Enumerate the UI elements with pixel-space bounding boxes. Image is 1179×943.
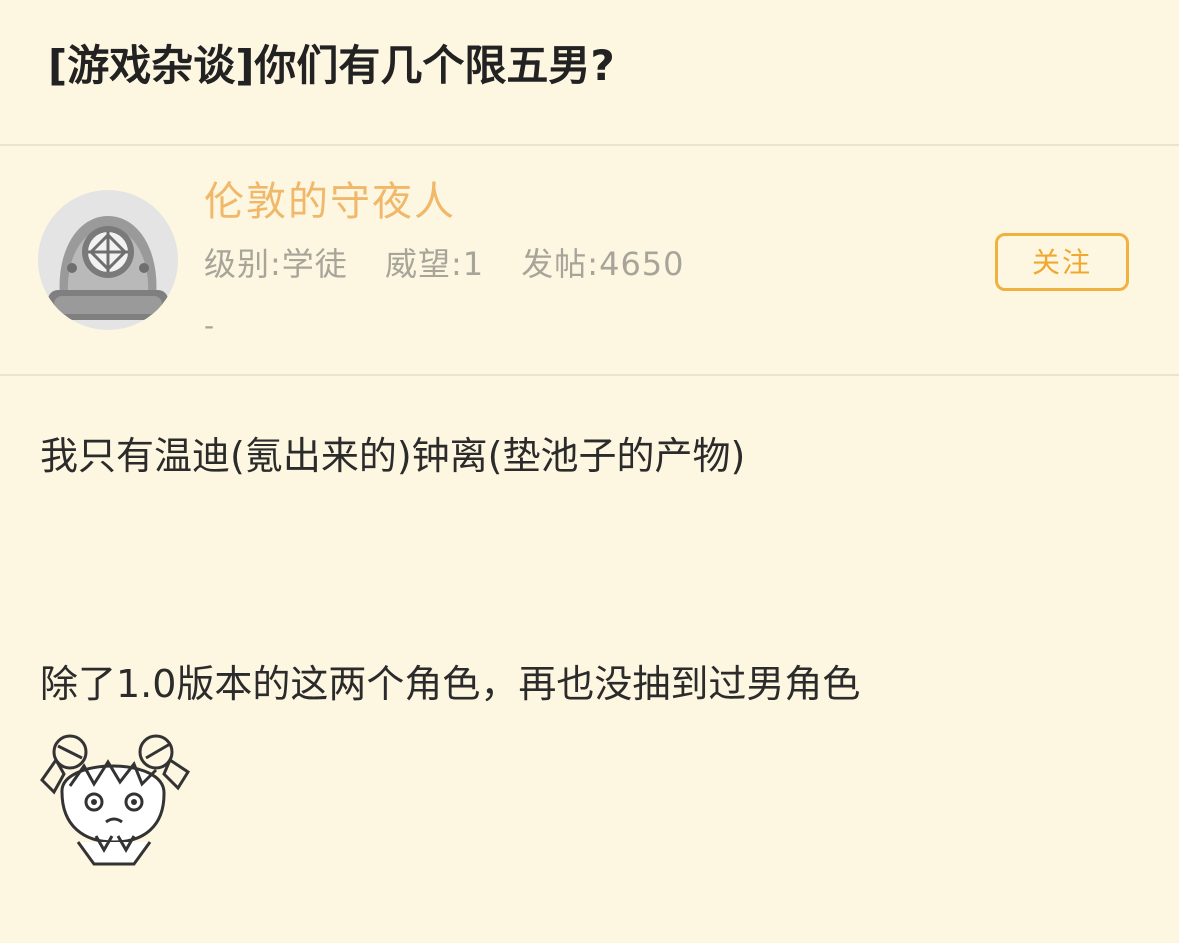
diving-helmet-icon xyxy=(38,190,178,330)
chibi-girl-sticker xyxy=(38,730,194,870)
author-level: 级别:学徒 xyxy=(204,245,348,283)
follow-button[interactable]: 关注 xyxy=(995,233,1129,291)
sticker-icon xyxy=(40,734,191,866)
author-signature: - xyxy=(204,309,215,342)
title-bar: [游戏杂谈]你们有几个限五男? xyxy=(0,0,1179,144)
author-prestige: 威望:1 xyxy=(384,245,485,283)
author-post-count: 发帖:4650 xyxy=(521,245,685,283)
post-title: [游戏杂谈]你们有几个限五男? xyxy=(48,41,615,90)
content-line: 除了1.0版本的这两个角色，再也没抽到过男角色 xyxy=(40,662,861,706)
author-meta: 级别:学徒 威望:1 发帖:4650 xyxy=(204,242,685,286)
author-block: 伦敦的守夜人 级别:学徒 威望:1 发帖:4650 - 关注 xyxy=(0,146,1179,374)
author-name[interactable]: 伦敦的守夜人 xyxy=(204,174,456,230)
divider xyxy=(0,374,1179,376)
content-line: 我只有温迪(氪出来的)钟离(垫池子的产物) xyxy=(40,434,746,478)
avatar[interactable] xyxy=(38,190,178,330)
